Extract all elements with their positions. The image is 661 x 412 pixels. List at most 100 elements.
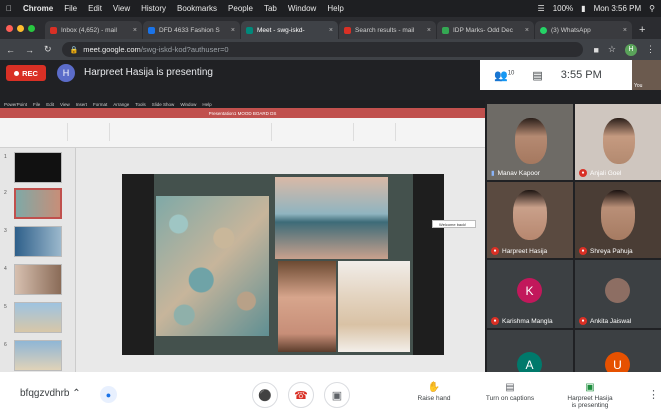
menu-app-name[interactable]: Chrome	[23, 4, 53, 13]
microphone-button[interactable]: ⚫	[252, 382, 278, 408]
powerpoint-ribbon	[0, 118, 485, 148]
muted-mic-icon: ●	[579, 247, 587, 255]
chevron-up-icon[interactable]: ⌃	[72, 388, 80, 399]
seashells-image	[156, 196, 269, 336]
menu-view[interactable]: View	[113, 4, 130, 13]
participant-video	[515, 118, 547, 164]
captions-button[interactable]: ▤ Turn on captions	[480, 382, 540, 402]
close-tab-icon[interactable]: ×	[133, 27, 137, 34]
bridal-hair-image	[338, 261, 410, 352]
more-options-icon[interactable]: ⋮	[648, 388, 659, 401]
participant-avatar: U	[605, 352, 630, 372]
address-bar[interactable]: 🔒 meet.google.com/swg-iskd-kod?authuser=…	[61, 42, 584, 57]
menu-tab[interactable]: Tab	[264, 4, 277, 13]
lock-icon: 🔒	[69, 46, 79, 54]
participant-tile[interactable]: U	[575, 330, 661, 372]
sheets-icon	[442, 26, 449, 34]
menu-edit[interactable]: Edit	[88, 4, 102, 13]
meet-icon	[246, 26, 253, 34]
ribbon-drawing-group	[274, 123, 354, 141]
recording-badge: REC	[6, 65, 46, 81]
forward-icon[interactable]: →	[25, 45, 34, 55]
apple-menu-icon[interactable]: 	[6, 4, 12, 13]
meeting-details[interactable]: bfqgzvdhrb ⌃	[20, 388, 81, 399]
presenting-banner: Harpreet Hasija is presenting	[84, 67, 213, 78]
tab-meet[interactable]: Meet - swg-iskd- ×	[241, 21, 338, 39]
meet-clock: 3:55 PM	[560, 69, 602, 81]
self-view-tile[interactable]: You	[632, 60, 661, 90]
participant-video	[601, 190, 635, 240]
participant-tile[interactable]: ▮ Manav Kapoor	[487, 104, 573, 180]
close-tab-icon[interactable]: ×	[623, 27, 627, 34]
eye-makeup-image	[275, 177, 388, 259]
microphone-icon: ⚫	[258, 389, 272, 402]
menu-window[interactable]: Window	[288, 4, 316, 13]
slide-thumbnail[interactable]	[14, 264, 62, 295]
participant-tile[interactable]: ● Harpreet Hasija	[487, 182, 573, 258]
minimize-window-button[interactable]	[17, 24, 24, 32]
participant-video	[513, 190, 547, 240]
url-path: /swg-iskd-kod?authuser=0	[140, 45, 229, 54]
new-tab-button[interactable]: +	[639, 21, 645, 39]
tab-idp-marks[interactable]: IDP Marks- Odd Dec ×	[437, 21, 534, 39]
menu-bookmarks[interactable]: Bookmarks	[177, 4, 217, 13]
participant-tile[interactable]: ● Shreya Pahuja	[575, 182, 661, 258]
slide-thumbnail[interactable]	[14, 152, 62, 183]
maximize-window-button[interactable]	[28, 24, 35, 32]
menu-people[interactable]: People	[228, 4, 253, 13]
close-window-button[interactable]	[6, 24, 13, 32]
participants-button[interactable]: 👥10	[494, 69, 514, 82]
tab-inbox[interactable]: Inbox (4,652) - mail ×	[45, 21, 142, 39]
leave-call-button[interactable]: ☎	[288, 382, 314, 408]
model-portrait-image	[278, 261, 336, 352]
browser-toolbar: ← → ↻ 🔒 meet.google.com/swg-iskd-kod?aut…	[0, 39, 661, 60]
participant-tile[interactable]: ● Ankita Jaiswal	[575, 260, 661, 328]
macos-menubar:  Chrome File Edit View History Bookmark…	[0, 0, 661, 17]
current-slide[interactable]	[122, 174, 444, 355]
profile-avatar[interactable]: H	[625, 43, 637, 56]
slide-thumbnail[interactable]	[14, 302, 62, 333]
camera-indicator-icon[interactable]: ■	[593, 45, 598, 55]
slide-thumbnail[interactable]	[14, 226, 62, 257]
raise-hand-button[interactable]: ✋ Raise hand	[404, 382, 464, 402]
menu-history[interactable]: History	[141, 4, 166, 13]
ribbon-designer-group	[398, 123, 478, 141]
close-tab-icon[interactable]: ×	[525, 27, 529, 34]
tab-dfd-fashion[interactable]: DFD 4633 Fashion S ×	[143, 21, 240, 39]
welcome-tooltip[interactable]: Welcome back!	[432, 220, 476, 228]
tab-whatsapp[interactable]: (3) WhatsApp ×	[535, 21, 632, 39]
slide-thumbnail[interactable]	[14, 340, 62, 371]
camera-button[interactable]: ▣	[324, 382, 350, 408]
menu-file[interactable]: File	[64, 4, 77, 13]
close-tab-icon[interactable]: ×	[329, 27, 333, 34]
participant-avatar: K	[517, 278, 542, 303]
slide-thumbnail-pane: 1 2 3 4 5 6	[0, 148, 76, 372]
participant-tile[interactable]: ● Anjali Goel	[575, 104, 661, 180]
menubar-clock[interactable]: Mon 3:56 PM	[594, 4, 642, 13]
bookmark-star-icon[interactable]: ☆	[608, 44, 616, 55]
shield-icon[interactable]: ●	[100, 386, 117, 403]
gmail-icon	[50, 26, 57, 34]
search-icon[interactable]: ⚲	[649, 4, 655, 13]
presenting-button[interactable]: ▣ Harpreet Hasija is presenting	[560, 382, 620, 409]
record-icon	[14, 70, 20, 76]
reload-icon[interactable]: ↻	[44, 44, 52, 55]
wifi-icon[interactable]: ☰	[538, 4, 545, 13]
tab-search-results[interactable]: Search results - mail ×	[339, 21, 436, 39]
back-icon[interactable]: ←	[6, 45, 15, 55]
whatsapp-icon	[540, 26, 547, 34]
chat-icon[interactable]: ▤	[532, 69, 542, 82]
powerpoint-title-bar: Presentation1 MOOD BOARD DS	[0, 108, 485, 118]
menu-help[interactable]: Help	[327, 4, 343, 13]
ribbon-slides-group	[70, 123, 110, 141]
battery-percent[interactable]: 100%	[553, 4, 573, 13]
participant-avatar: A	[517, 352, 542, 372]
close-tab-icon[interactable]: ×	[231, 27, 235, 34]
window-controls	[6, 17, 35, 39]
participant-tile[interactable]: K ● Karishma Mangla	[487, 260, 573, 328]
present-screen-icon: ▣	[585, 382, 595, 393]
participant-tile[interactable]: A	[487, 330, 573, 372]
close-tab-icon[interactable]: ×	[427, 27, 431, 34]
chrome-menu-icon[interactable]: ⋮	[646, 44, 655, 55]
slide-thumbnail-selected[interactable]	[14, 188, 62, 219]
